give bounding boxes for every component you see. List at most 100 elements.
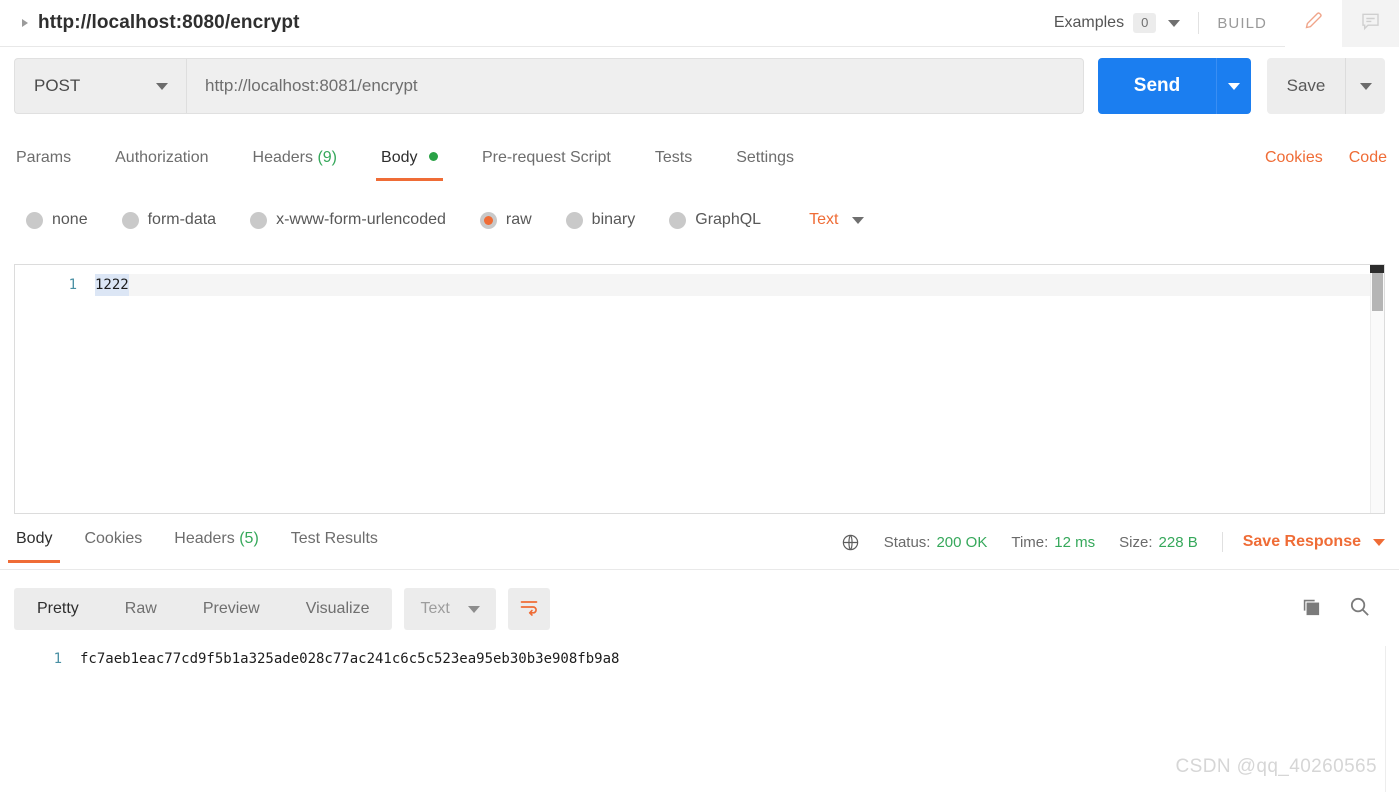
response-tab-cookies[interactable]: Cookies (76, 524, 150, 563)
response-view-toolbar: Pretty Raw Preview Visualize Text (0, 586, 1399, 632)
radio-icon (669, 211, 687, 229)
comments-button[interactable] (1342, 0, 1399, 47)
tab-headers[interactable]: Headers (9) (253, 143, 338, 181)
tab-label: Settings (736, 149, 795, 166)
response-toolbar-right (1274, 595, 1399, 623)
radio-icon (250, 211, 268, 229)
body-type-row: none form-data x-www-form-urlencoded raw… (0, 196, 1399, 244)
editor-line: 1 1222 (15, 274, 1384, 296)
view-visualize-button[interactable]: Visualize (283, 588, 393, 630)
time-value: 12 ms (1054, 533, 1096, 551)
response-format-select[interactable]: Text (404, 588, 496, 630)
tab-label: Headers (252, 149, 313, 166)
request-url-input[interactable] (186, 58, 1084, 114)
scrollbar-thumb[interactable] (1372, 273, 1383, 311)
http-method-select[interactable]: POST (14, 58, 186, 114)
tab-label: Tests (654, 149, 693, 166)
search-response-button[interactable] (1348, 595, 1371, 623)
collapse-triangle-icon[interactable] (22, 19, 28, 27)
body-type-graphql[interactable]: GraphQL (669, 211, 761, 229)
body-format-value: Text (809, 211, 839, 228)
divider (1198, 12, 1200, 34)
response-scrollbar[interactable] (1385, 646, 1399, 792)
response-headers-count: (5) (239, 530, 259, 547)
copy-response-button[interactable] (1300, 596, 1322, 623)
editor-line: 1 fc7aeb1eac77cd9f5b1a325ade028c77ac241c… (0, 648, 1399, 670)
tab-label: Headers (174, 530, 235, 547)
page-title: http://localhost:8080/encrypt (38, 12, 300, 33)
request-body-text[interactable]: 1222 (95, 274, 129, 296)
title-bar-right: Examples 0 BUILD (1054, 0, 1399, 47)
build-label: BUILD (1217, 14, 1267, 32)
body-type-none[interactable]: none (26, 211, 88, 229)
tab-params[interactable]: Params (16, 143, 71, 181)
body-type-urlencoded[interactable]: x-www-form-urlencoded (250, 211, 446, 229)
tab-pre-request-script[interactable]: Pre-request Script (482, 143, 611, 181)
headers-count: (9) (317, 149, 338, 166)
tab-authorization[interactable]: Authorization (115, 143, 208, 181)
tab-tests[interactable]: Tests (655, 143, 692, 181)
globe-icon[interactable] (841, 533, 860, 552)
response-tab-test-results[interactable]: Test Results (283, 524, 386, 563)
examples-label: Examples (1053, 14, 1125, 31)
save-response-chevron-down-icon[interactable] (1373, 538, 1385, 546)
tab-label: Authorization (115, 149, 209, 166)
radio-label: GraphQL (695, 211, 762, 228)
send-options-button[interactable] (1216, 58, 1251, 114)
tab-settings[interactable]: Settings (736, 143, 794, 181)
radio-icon (121, 211, 139, 229)
response-body-text[interactable]: fc7aeb1eac77cd9f5b1a325ade028c77ac241c6c… (80, 648, 619, 670)
watermark: CSDN @qq_40260565 (1175, 756, 1377, 777)
examples-chevron-down-icon[interactable] (1168, 19, 1181, 27)
request-tab-bar-right: Cookies Code (1239, 143, 1399, 167)
save-button[interactable]: Save (1267, 58, 1345, 114)
tab-body[interactable]: Body (376, 143, 443, 181)
word-wrap-icon (518, 597, 540, 622)
line-number: 1 (53, 651, 62, 667)
send-button[interactable]: Send (1098, 58, 1216, 114)
size-label: Size: (1119, 533, 1153, 551)
tab-label: Params (16, 149, 72, 166)
save-response-button[interactable]: Save Response (1243, 533, 1361, 551)
body-type-form-data[interactable]: form-data (121, 211, 216, 229)
tab-label: Body (381, 149, 418, 166)
copy-icon (1300, 596, 1322, 623)
response-tab-body[interactable]: Body (8, 524, 61, 563)
body-format-select[interactable]: Text (809, 211, 865, 229)
cookies-link[interactable]: Cookies (1265, 149, 1323, 167)
size-value: 228 B (1158, 533, 1198, 551)
status-label: Status: (883, 533, 931, 551)
response-tab-bar: Body Cookies Headers (5) Test Results St… (0, 524, 1399, 570)
view-raw-button[interactable]: Raw (102, 588, 180, 630)
http-method-value: POST (34, 76, 81, 95)
radio-label: raw (505, 211, 532, 228)
body-type-binary[interactable]: binary (565, 211, 635, 229)
postman-window: http://localhost:8080/encrypt Examples 0… (0, 0, 1399, 792)
scrollbar-marker (1370, 265, 1384, 273)
line-number: 1 (68, 277, 77, 293)
save-group: Save (1267, 58, 1385, 114)
view-preview-button[interactable]: Preview (180, 588, 283, 630)
examples-count-badge: 0 (1133, 13, 1157, 33)
chevron-down-icon (852, 216, 865, 224)
save-options-button[interactable] (1345, 58, 1385, 114)
view-pretty-button[interactable]: Pretty (14, 588, 102, 630)
word-wrap-button[interactable] (507, 588, 550, 630)
tab-label: Pre-request Script (481, 149, 611, 166)
request-tab-bar: Params Authorization Headers (9) Body Pr… (0, 143, 1399, 190)
code-link[interactable]: Code (1349, 149, 1387, 167)
radio-icon (565, 211, 583, 229)
chevron-down-icon (1359, 82, 1372, 90)
time-label: Time: (1011, 533, 1049, 551)
edit-request-button[interactable] (1285, 0, 1342, 47)
response-format-value: Text (420, 600, 450, 617)
editor-scrollbar[interactable] (1370, 265, 1384, 513)
body-type-raw[interactable]: raw (479, 211, 532, 229)
radio-selected-icon (479, 211, 497, 229)
response-tab-headers[interactable]: Headers (5) (166, 524, 267, 563)
request-body-editor[interactable]: 1 1222 (14, 264, 1385, 514)
divider (1221, 532, 1223, 552)
send-group: Send (1098, 58, 1251, 114)
tab-label: Body (16, 530, 53, 547)
radio-icon (26, 211, 43, 229)
